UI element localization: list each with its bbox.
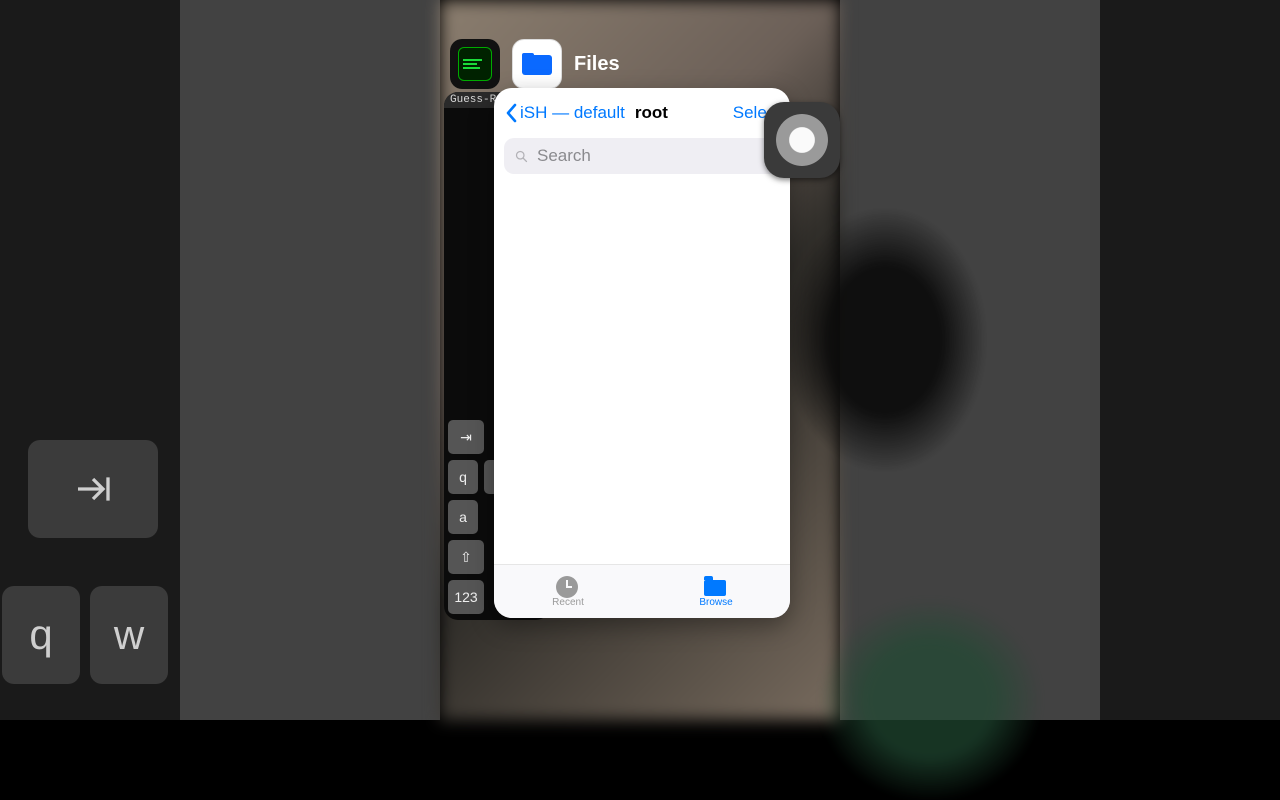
app-switcher-header: Files <box>450 34 620 94</box>
terminal-icon <box>458 47 492 81</box>
blur-fill-left <box>180 0 440 720</box>
files-tab-bar: Recent Browse <box>494 564 790 618</box>
app-icon-files[interactable] <box>512 39 562 89</box>
tab-browse[interactable]: Browse <box>642 565 790 618</box>
back-button[interactable]: iSH — default root <box>504 103 668 123</box>
search-field[interactable] <box>504 138 780 174</box>
assistive-touch-button[interactable] <box>764 102 840 178</box>
key-q: q <box>448 460 478 494</box>
app-icon-ish[interactable] <box>450 39 500 89</box>
tab-recent-label: Recent <box>552 597 584 608</box>
back-label: iSH — default <box>520 103 625 123</box>
background-key-tab <box>28 440 158 538</box>
key-123: 123 <box>448 580 484 614</box>
folder-icon <box>522 53 552 75</box>
pillarbox-right <box>1100 0 1280 720</box>
folder-icon <box>704 576 728 596</box>
search-input[interactable] <box>535 145 770 167</box>
switcher-card-files[interactable]: iSH — default root Select Recent Browse <box>494 88 790 618</box>
assistive-touch-icon <box>776 114 828 166</box>
app-switcher-current-label: Files <box>574 53 620 76</box>
files-empty-listing <box>494 182 790 562</box>
tab-browse-label: Browse <box>699 597 732 608</box>
files-nav-bar: iSH — default root Select <box>494 88 790 138</box>
key-shift: ⇧ <box>448 540 484 574</box>
clock-icon <box>556 576 578 598</box>
background-key-q: q <box>2 586 80 684</box>
tab-recent[interactable]: Recent <box>494 565 642 618</box>
key-tab: ⇥ <box>448 420 484 454</box>
blur-spot-green <box>820 600 1040 800</box>
search-icon <box>514 149 529 164</box>
chevron-left-icon <box>504 103 518 123</box>
background-key-w: w <box>90 586 168 684</box>
folder-title: root <box>635 103 668 123</box>
key-a: a <box>448 500 478 534</box>
